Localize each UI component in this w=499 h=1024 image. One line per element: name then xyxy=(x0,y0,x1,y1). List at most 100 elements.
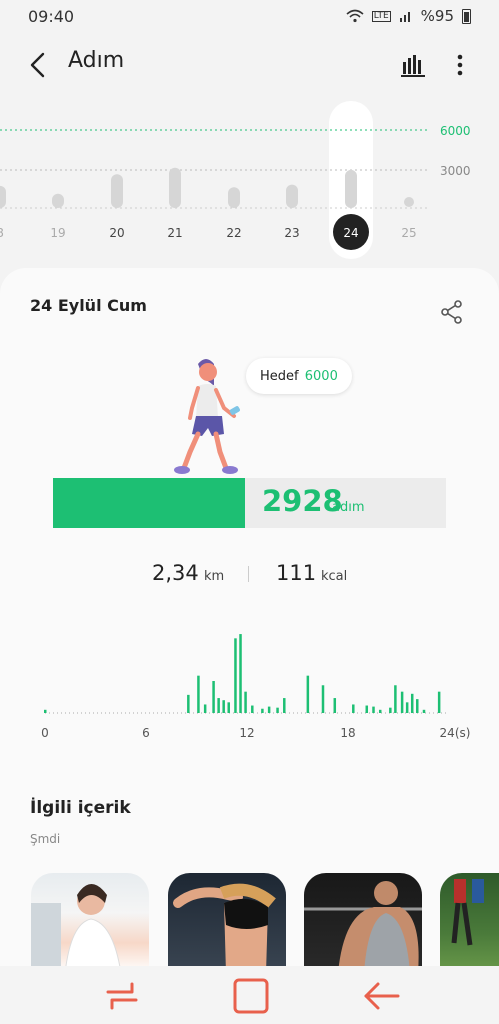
distance-unit: km xyxy=(204,569,225,584)
hourly-tick-label: 0 xyxy=(41,726,49,740)
goal-bubble: Hedef 6000 xyxy=(246,358,352,394)
status-time: 09:40 xyxy=(28,6,75,26)
hourly-bar xyxy=(187,694,190,713)
hourly-bar xyxy=(261,708,264,713)
hourly-tick-label: 12 xyxy=(239,726,254,740)
walker-illustration-icon xyxy=(174,359,240,474)
weekly-day-label: 21 xyxy=(167,226,182,240)
hourly-bar xyxy=(44,709,47,713)
weekly-day-label: 23 xyxy=(284,226,299,240)
hourly-bar xyxy=(410,693,414,713)
hourly-bar xyxy=(400,691,404,713)
thumbnail-muscular-man[interactable] xyxy=(304,873,422,973)
weekly-day-label: 25 xyxy=(401,226,416,240)
weekly-day-label: 19 xyxy=(50,226,65,240)
day-detail-card: 24 Eylül Cum Hedef 6000 2928 adım 2,34 k… xyxy=(0,268,499,1024)
bar-chart-icon[interactable] xyxy=(398,50,428,80)
hourly-tick-label: 6 xyxy=(142,726,150,740)
recent-apps-icon[interactable] xyxy=(102,978,142,1014)
hourly-tick-label: 24(s) xyxy=(440,726,471,740)
battery-text: %95 xyxy=(420,7,454,25)
system-navigation-bar xyxy=(0,966,499,1024)
more-vert-icon[interactable] xyxy=(446,50,474,80)
hourly-bar xyxy=(365,705,369,713)
weekly-steps-chart[interactable]: 6000 3000 8 19 20 21 22 23 24 25 xyxy=(0,95,499,265)
hourly-bar xyxy=(422,709,426,713)
hourly-bar xyxy=(276,707,279,713)
weekly-day-label: 24 xyxy=(343,226,358,240)
related-content-title: İlgili içerik xyxy=(30,798,131,818)
step-progress-bar xyxy=(53,478,446,528)
hourly-bar xyxy=(321,685,325,713)
distance-value: 2,34 xyxy=(152,561,199,585)
hourly-bar xyxy=(416,699,419,713)
back-icon[interactable] xyxy=(360,978,400,1014)
hourly-bar xyxy=(378,709,382,713)
page-title: Adım xyxy=(68,48,125,73)
hourly-bar xyxy=(333,698,337,713)
volte-icon: LTE xyxy=(371,10,391,22)
hourly-bar xyxy=(227,702,230,713)
runners-icon xyxy=(451,879,484,946)
weekly-chart-svg: 6000 3000 8 19 20 21 22 23 24 25 xyxy=(0,101,471,259)
hourly-bar xyxy=(372,706,375,713)
hourly-steps-chart: 0 6 12 18 24(s) xyxy=(41,634,471,740)
back-arrow-icon[interactable] xyxy=(24,50,54,80)
hourly-bar xyxy=(203,704,207,713)
weekly-bar[interactable] xyxy=(52,193,64,208)
weekly-day-label: 20 xyxy=(109,226,124,240)
hourly-bar xyxy=(239,634,242,713)
weekly-bar[interactable] xyxy=(404,197,414,207)
app-bar: Adım xyxy=(0,40,499,90)
weekly-bar[interactable] xyxy=(345,169,357,208)
weekly-bar[interactable] xyxy=(0,185,6,208)
hourly-bar xyxy=(251,705,254,713)
hourly-tick-label: 18 xyxy=(340,726,355,740)
hourly-bar xyxy=(437,691,441,713)
hourly-bar xyxy=(389,707,392,713)
stats-row: 2,34 km 111 kcal xyxy=(0,561,499,591)
weekly-bar[interactable] xyxy=(169,167,181,208)
thumbnail-woman-athlete[interactable] xyxy=(31,873,149,973)
thumbnail-back-workout[interactable] xyxy=(168,873,286,973)
hourly-bar xyxy=(267,706,271,713)
related-content-subtitle: Şmdi xyxy=(30,832,61,846)
ref-line-label: 3000 xyxy=(440,164,471,178)
woman-athlete-icon xyxy=(31,884,122,973)
hourly-bar xyxy=(222,700,225,713)
step-unit: adım xyxy=(332,500,365,515)
battery-icon xyxy=(462,8,471,24)
goal-label: Hedef xyxy=(260,368,299,384)
status-bar: 09:40 LTE %95 xyxy=(0,0,499,32)
calories-value: 111 xyxy=(276,561,317,585)
hourly-bar xyxy=(197,675,200,713)
share-icon[interactable] xyxy=(438,298,466,326)
hourly-bar xyxy=(405,702,409,713)
thumbnail-runners[interactable] xyxy=(440,873,499,973)
hourly-bar xyxy=(394,685,397,713)
weekly-bar[interactable] xyxy=(286,184,298,208)
stats-divider xyxy=(248,566,249,582)
related-thumbnails xyxy=(0,873,499,973)
status-icons: LTE %95 xyxy=(346,7,471,25)
home-icon[interactable] xyxy=(231,978,271,1014)
hourly-bar xyxy=(244,691,247,713)
hourly-bar xyxy=(352,704,355,713)
weekly-bar[interactable] xyxy=(228,187,240,208)
weekly-bar[interactable] xyxy=(111,174,123,208)
step-progress-fill xyxy=(53,478,245,528)
hourly-bar xyxy=(283,698,286,713)
goal-line-label: 6000 xyxy=(440,124,471,138)
step-count: 2928 xyxy=(262,484,343,518)
hourly-bar xyxy=(217,698,220,713)
weekly-day-label: 8 xyxy=(0,226,4,240)
goal-value: 6000 xyxy=(304,368,338,384)
date-title: 24 Eylül Cum xyxy=(30,296,147,315)
signal-icon xyxy=(399,12,410,22)
hourly-bar xyxy=(306,675,310,713)
weekly-day-label: 22 xyxy=(226,226,241,240)
wifi-icon xyxy=(346,9,364,23)
muscular-man-icon xyxy=(304,881,422,973)
back-workout-icon xyxy=(173,883,276,973)
calories-unit: kcal xyxy=(321,569,348,584)
